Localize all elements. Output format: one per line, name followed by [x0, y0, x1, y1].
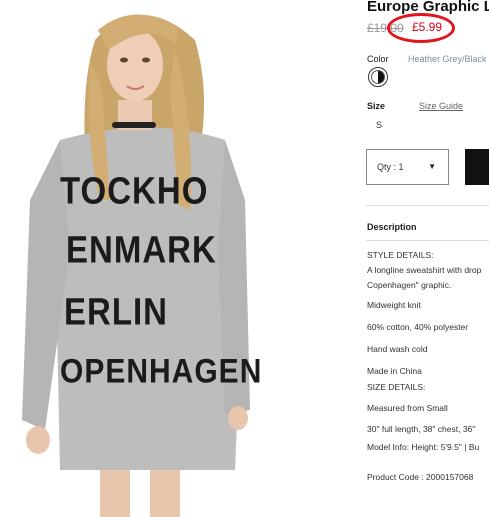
product-details-panel: Europe Graphic L £19.00 £5.99 Color Heat… [360, 0, 489, 517]
print-line: OPENHAGEN [60, 352, 263, 391]
size-option-s[interactable]: S [376, 120, 382, 130]
quantity-value: Qty : 1 [377, 162, 404, 172]
caret-down-icon: ▼ [428, 162, 436, 171]
print-line: TOCKHO [60, 169, 209, 212]
description-line: Measured from Small [367, 403, 448, 413]
color-label: Color [367, 54, 389, 64]
description-line: A longline sweatshirt with drop [367, 265, 482, 275]
price-highlight-circle [387, 13, 455, 43]
product-image: TOCKHO ENMARK ERLIN OPENHAGEN [0, 0, 320, 517]
print-line: ERLIN [64, 290, 168, 333]
color-value: Heather Grey/Black [408, 54, 487, 64]
color-swatch[interactable] [368, 67, 388, 87]
quantity-select[interactable]: Qty : 1 ▼ [366, 149, 449, 185]
description-line: STYLE DETAILS: [367, 250, 434, 260]
divider [366, 240, 489, 241]
description-line: Copenhagen" graphic. [367, 280, 452, 290]
description-line: 30" full length, 38" chest, 36" [367, 424, 476, 434]
description-line: Midweight knit [367, 300, 421, 310]
description-heading: Description [367, 222, 417, 232]
divider [366, 205, 489, 206]
swatch-fill [371, 70, 385, 84]
print-line: ENMARK [66, 228, 217, 271]
description-line: SIZE DETAILS: [367, 382, 426, 392]
description-line: 60% cotton, 40% polyester [367, 322, 469, 332]
product-code: Product Code : 2000157068 [367, 472, 474, 482]
description-line: Made in China [367, 366, 422, 376]
size-label: Size [367, 101, 386, 111]
size-guide-link[interactable]: Size Guide [419, 101, 463, 111]
add-to-bag-button[interactable] [465, 149, 489, 185]
description-line: Hand wash cold [367, 344, 428, 354]
description-line: Model Info: Height: 5'9.5" | Bu [367, 442, 480, 452]
